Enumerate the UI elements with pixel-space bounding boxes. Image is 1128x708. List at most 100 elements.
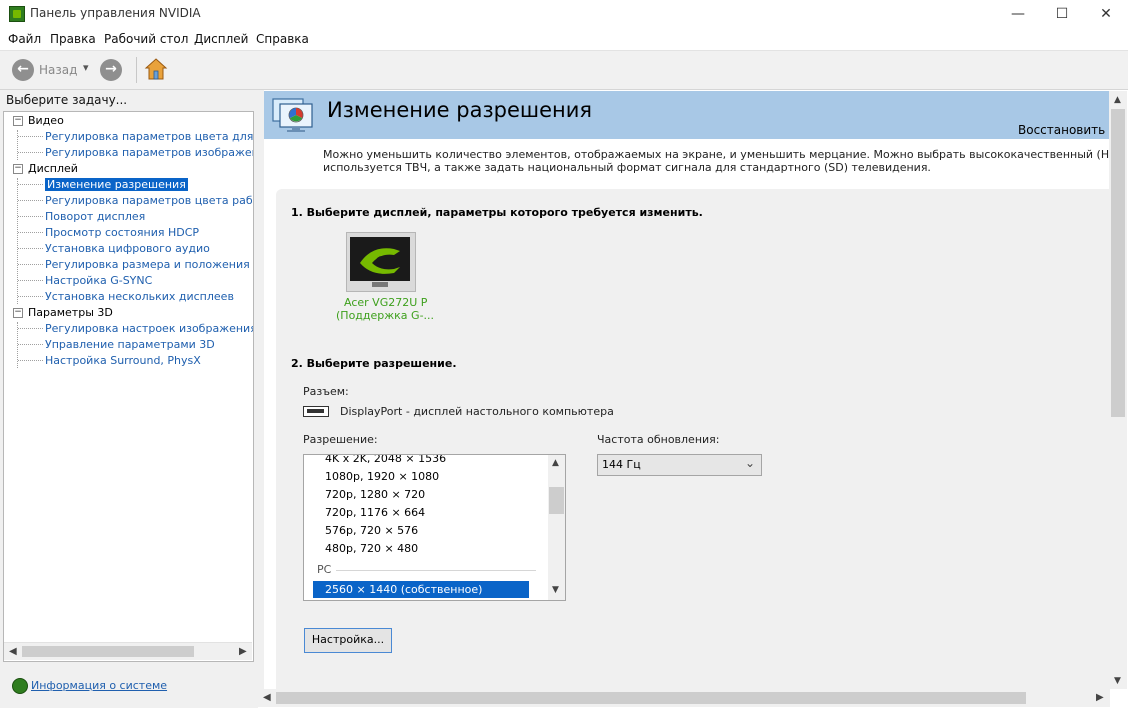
tree-connector	[17, 178, 18, 304]
collapse-icon[interactable]: −	[13, 164, 23, 174]
title-bar: Панель управления NVIDIA — ☐ ✕	[0, 0, 1128, 28]
forward-arrow-icon[interactable]: →	[100, 59, 122, 81]
tree-item-surround-physx[interactable]: Настройка Surround, PhysX	[45, 354, 201, 367]
tree-connector	[18, 280, 43, 281]
tree-connector	[18, 360, 43, 361]
content-horizontal-scrollbar[interactable]: ◀ ▶	[258, 689, 1110, 707]
monitor-name[interactable]: Acer VG272U P	[344, 296, 427, 309]
monitor-stand	[372, 282, 388, 287]
maximize-button[interactable]: ☐	[1040, 0, 1084, 28]
tree-item-rotate-display[interactable]: Поворот дисплея	[45, 210, 145, 223]
page-description: Можно уменьшить количество элементов, от…	[323, 148, 1113, 174]
tree-item-gsync[interactable]: Настройка G-SYNC	[45, 274, 152, 287]
splitter[interactable]	[258, 90, 264, 690]
step2-title: 2. Выберите разрешение.	[291, 357, 457, 370]
tree-connector	[18, 232, 43, 233]
displayport-icon	[303, 406, 329, 417]
tree-item-3d-manage[interactable]: Управление параметрами 3D	[45, 338, 215, 351]
history-dropdown-icon[interactable]: ▾	[83, 61, 89, 74]
refresh-rate-value: 144 Гц	[602, 458, 641, 471]
system-info-link[interactable]: Информация о системе	[31, 679, 167, 692]
tree-item-desktop-size[interactable]: Регулировка размера и положения рабо	[45, 258, 253, 271]
menu-help[interactable]: Справка	[256, 32, 309, 46]
nvidia-logo-icon[interactable]	[350, 237, 410, 281]
tree-connector	[18, 200, 43, 201]
monitor-gsync-note[interactable]: (Поддержка G-...	[336, 309, 434, 322]
menu-display[interactable]: Дисплей	[194, 32, 248, 46]
scroll-up-icon[interactable]: ▲	[552, 458, 559, 468]
resolution-option[interactable]: 576p, 720 × 576	[325, 524, 418, 537]
collapse-icon[interactable]: −	[13, 308, 23, 318]
scroll-left-icon[interactable]: ◀	[263, 692, 271, 703]
tree-item-3d-preview[interactable]: Регулировка настроек изображения с пр	[45, 322, 253, 335]
resolution-listbox[interactable]: 4K x 2K, 2048 × 1536 1080p, 1920 × 1080 …	[303, 454, 566, 601]
tree-item-digital-audio[interactable]: Установка цифрового аудио	[45, 242, 210, 255]
menu-file[interactable]: Файл	[8, 32, 41, 46]
connector-value: DisplayPort - дисплей настольного компью…	[340, 405, 614, 418]
step1-title: 1. Выберите дисплей, параметры которого …	[291, 206, 703, 219]
scroll-down-icon[interactable]: ▼	[552, 585, 559, 595]
resolution-option[interactable]: 480p, 720 × 480	[325, 542, 418, 555]
tree-connector	[18, 248, 43, 249]
tree-connector	[18, 328, 43, 329]
tree-group-display[interactable]: Дисплей	[28, 162, 78, 175]
restore-defaults-link[interactable]: Восстановить	[1018, 123, 1105, 137]
resolution-scrollbar[interactable]: ▲ ▼	[548, 455, 565, 600]
scroll-left-icon[interactable]: ◀	[9, 646, 17, 657]
task-tree: − Видео Регулировка параметров цвета для…	[3, 111, 254, 662]
page-title: Изменение разрешения	[327, 98, 593, 122]
tree-connector	[18, 296, 43, 297]
tree-connector	[18, 152, 43, 153]
tree-item-video-color[interactable]: Регулировка параметров цвета для вид	[45, 130, 253, 143]
tree-group-3d[interactable]: Параметры 3D	[28, 306, 113, 319]
tree-connector	[18, 344, 43, 345]
resolution-label: Разрешение:	[303, 433, 378, 446]
back-arrow-icon[interactable]: ←	[12, 59, 34, 81]
refresh-rate-label: Частота обновления:	[597, 433, 720, 446]
minimize-button[interactable]: —	[996, 0, 1040, 28]
menu-edit[interactable]: Правка	[50, 32, 96, 46]
refresh-rate-select[interactable]: 144 Гц ⌄	[597, 454, 762, 476]
tree-group-video[interactable]: Видео	[28, 114, 64, 127]
scroll-right-icon[interactable]: ▶	[239, 646, 247, 657]
resolution-option[interactable]: 4K x 2K, 2048 × 1536	[325, 455, 446, 465]
close-button[interactable]: ✕	[1084, 0, 1128, 28]
task-prompt: Выберите задачу...	[6, 93, 128, 107]
description-line-1: Можно уменьшить количество элементов, от…	[323, 148, 1113, 161]
scrollbar-thumb[interactable]	[22, 646, 194, 657]
customize-button[interactable]: Настройка...	[304, 628, 392, 653]
resolution-option[interactable]: 1080p, 1920 × 1080	[325, 470, 439, 483]
home-icon[interactable]	[144, 57, 168, 81]
content-vertical-scrollbar[interactable]: ▲ ▼	[1109, 91, 1127, 689]
tree-connector	[18, 184, 43, 185]
scrollbar-thumb[interactable]	[276, 692, 1026, 704]
toolbar: ← Назад ▾ →	[0, 51, 1128, 90]
menu-bar: Файл Правка Рабочий стол Дисплей Справка	[0, 28, 1128, 51]
resolution-option-selected[interactable]: 2560 × 1440 (собственное)	[325, 583, 482, 596]
collapse-icon[interactable]: −	[13, 116, 23, 126]
nvidia-app-icon	[9, 6, 25, 22]
scrollbar-thumb[interactable]	[549, 487, 564, 514]
scroll-down-icon[interactable]: ▼	[1114, 676, 1121, 686]
menu-desktop[interactable]: Рабочий стол	[104, 32, 188, 46]
tree-item-desktop-color[interactable]: Регулировка параметров цвета рабочег	[45, 194, 253, 207]
tree-horizontal-scrollbar[interactable]: ◀ ▶	[4, 642, 252, 660]
tree-item-video-image[interactable]: Регулировка параметров изображения д	[45, 146, 253, 159]
scroll-right-icon[interactable]: ▶	[1096, 692, 1104, 703]
resolution-option[interactable]: 720p, 1280 × 720	[325, 488, 425, 501]
resolution-option[interactable]: 720p, 1176 × 664	[325, 506, 425, 519]
tree-connector	[18, 216, 43, 217]
group-divider	[336, 570, 536, 571]
tree-item-multi-display[interactable]: Установка нескольких дисплеев	[45, 290, 234, 303]
scroll-up-icon[interactable]: ▲	[1114, 95, 1121, 105]
tree-connector	[17, 130, 18, 160]
tree-item-change-resolution[interactable]: Изменение разрешения	[45, 178, 188, 191]
display-settings-icon	[272, 97, 318, 133]
chevron-down-icon[interactable]: ⌄	[745, 456, 755, 470]
scrollbar-thumb[interactable]	[1111, 109, 1125, 417]
toolbar-divider	[136, 57, 137, 83]
resolution-group-pc: PC	[317, 563, 332, 576]
tree-item-hdcp[interactable]: Просмотр состояния HDCP	[45, 226, 199, 239]
window-title: Панель управления NVIDIA	[30, 6, 201, 20]
back-button-label[interactable]: Назад	[39, 63, 77, 77]
